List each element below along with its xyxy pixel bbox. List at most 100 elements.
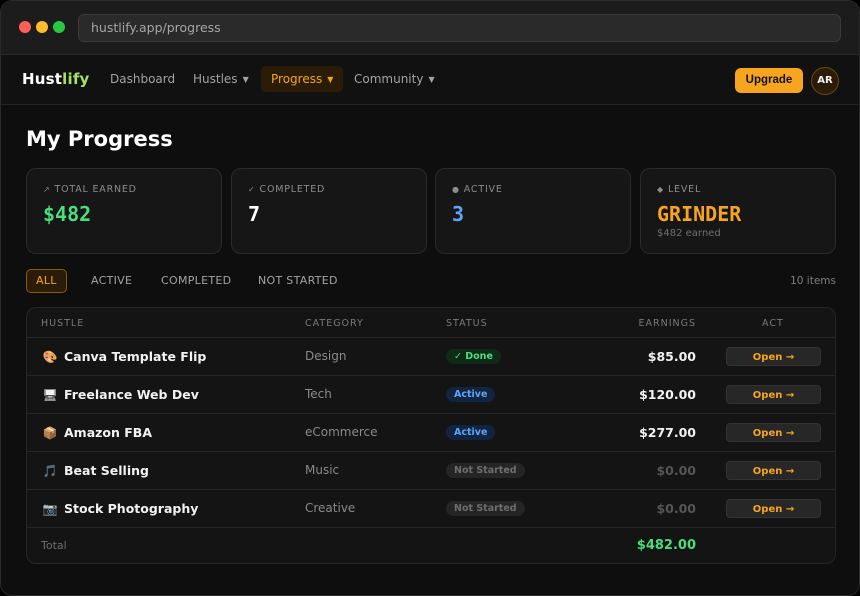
table-row[interactable]: 🎨 Canva Template Flip Design ✓ Done $85.00 Op… [27, 338, 835, 376]
browser-window: hustlify.app/progress Hustlify Dashboard… [0, 0, 860, 596]
chevron-down-icon: ▼ [327, 75, 334, 84]
diamond-icon: ◆ [657, 185, 664, 194]
hustle-name: 🎵 Beat Selling [41, 463, 149, 478]
filter-completed[interactable]: COMPLETED [151, 269, 241, 293]
total-label: Total [41, 539, 67, 552]
status-badge: ✓ Done [446, 349, 501, 364]
stat-value: 3 [452, 202, 465, 226]
hustles-table: HUSTLE CATEGORY STATUS EARNINGS ACT 🎨 Can… [26, 307, 836, 564]
logo-part-a: Hust [22, 70, 63, 88]
hustle-category: Creative [305, 501, 356, 515]
hustle-name: 🎨 Canva Template Flip [41, 349, 207, 364]
column-header-earnings[interactable]: EARNINGS [638, 318, 696, 329]
top-navigation: Hustlify Dashboard Hustles ▼ Progress ▼ Co… [1, 55, 859, 105]
hustle-category: Music [305, 463, 340, 477]
stat-card-total-earned: ↗ TOTAL EARNED $482 [26, 168, 222, 254]
hustle-earnings: $277.00 [639, 425, 696, 440]
column-header-category[interactable]: CATEGORY [305, 318, 364, 329]
table-row[interactable]: 🎵 Beat Selling Music Not Started $0.00 Open → [27, 452, 835, 490]
table-footer: Total $482.00 [27, 528, 835, 563]
page-title: My Progress [26, 127, 173, 151]
hustle-name-text: Amazon FBA [64, 425, 152, 440]
table-row[interactable]: 📦 Amazon FBA eCommerce Active $277.00 Open → [27, 414, 835, 452]
open-button[interactable]: Open → [726, 499, 821, 518]
status-badge: Not Started [446, 463, 525, 478]
trend-up-icon: ↗ [43, 185, 51, 194]
nav-community[interactable]: Community ▼ [344, 66, 445, 92]
stat-value: GRINDER [657, 202, 742, 226]
stat-label-text: LEVEL [667, 184, 702, 195]
chevron-down-icon: ▼ [428, 75, 435, 84]
hustle-name-text: Freelance Web Dev [64, 387, 199, 402]
column-header-action: ACT [762, 318, 784, 329]
hustle-category: Design [305, 349, 347, 363]
stat-label: ↗ TOTAL EARNED [43, 184, 137, 195]
camera-icon: 📷 [42, 502, 58, 516]
stat-label: ✓ COMPLETED [248, 184, 325, 195]
nav-dashboard[interactable]: Dashboard [100, 66, 185, 92]
column-header-status[interactable]: STATUS [446, 318, 488, 329]
music-icon: 🎵 [42, 464, 58, 478]
hustle-earnings: $85.00 [647, 349, 696, 364]
hustle-name: 📷 Stock Photography [41, 501, 199, 516]
stat-card-level: ◆ LEVEL GRINDER $482 earned [640, 168, 836, 254]
open-button[interactable]: Open → [726, 423, 821, 442]
address-bar[interactable]: hustlify.app/progress [78, 14, 841, 42]
nav-dashboard-label: Dashboard [110, 72, 176, 86]
upgrade-button[interactable]: Upgrade [735, 68, 803, 93]
stat-card-active: ● ACTIVE 3 [435, 168, 631, 254]
stat-label-text: COMPLETED [259, 184, 326, 195]
app-logo[interactable]: Hustlify [22, 70, 90, 88]
total-earnings: $482.00 [636, 538, 696, 553]
hustle-category: Tech [305, 387, 332, 401]
nav-hustles[interactable]: Hustles ▼ [183, 66, 259, 92]
check-icon: ✓ [248, 185, 256, 194]
hustle-name-text: Canva Template Flip [64, 349, 207, 364]
filter-all[interactable]: ALL [26, 269, 67, 293]
nav-progress[interactable]: Progress ▼ [261, 66, 344, 92]
logo-part-b: lify [62, 70, 90, 88]
filter-active[interactable]: ACTIVE [81, 269, 142, 293]
hustle-name-text: Stock Photography [64, 501, 199, 516]
nav-hustles-label: Hustles [193, 72, 238, 86]
stat-label-text: TOTAL EARNED [54, 184, 137, 195]
stat-label: ● ACTIVE [452, 184, 503, 195]
maximize-window-button[interactable] [53, 21, 65, 33]
package-icon: 📦 [42, 426, 58, 440]
browser-chrome: hustlify.app/progress [1, 1, 859, 55]
stat-label: ◆ LEVEL [657, 184, 701, 195]
open-button[interactable]: Open → [726, 385, 821, 404]
minimize-window-button[interactable] [36, 21, 48, 33]
column-header-hustle[interactable]: HUSTLE [41, 318, 84, 329]
table-row[interactable]: 🖥 Freelance Web Dev Tech Active $120.00 Open … [27, 376, 835, 414]
chevron-down-icon: ▼ [242, 75, 249, 84]
dot-icon: ● [452, 185, 460, 194]
status-badge: Not Started [446, 501, 525, 516]
stat-value: 7 [248, 202, 261, 226]
stat-card-completed: ✓ COMPLETED 7 [231, 168, 427, 254]
computer-icon: 🖥 [42, 388, 58, 402]
hustle-name: 📦 Amazon FBA [41, 425, 152, 440]
filter-not-started[interactable]: NOT STARTED [248, 269, 348, 293]
hustle-category: eCommerce [305, 425, 378, 439]
item-count: 10 items [790, 275, 836, 287]
stat-subtext: $482 earned [657, 228, 721, 239]
open-button[interactable]: Open → [726, 461, 821, 480]
status-badge: Active [446, 425, 496, 440]
open-button[interactable]: Open → [726, 347, 821, 366]
table-row[interactable]: 📷 Stock Photography Creative Not Started $0.… [27, 490, 835, 528]
stat-value: $482 [43, 202, 92, 226]
hustle-earnings: $0.00 [656, 501, 696, 516]
close-window-button[interactable] [19, 21, 31, 33]
hustle-earnings: $120.00 [639, 387, 696, 402]
hustle-earnings: $0.00 [656, 463, 696, 478]
hustle-name-text: Beat Selling [64, 463, 149, 478]
nav-progress-label: Progress [271, 72, 323, 86]
hustle-name: 🖥 Freelance Web Dev [41, 387, 199, 402]
avatar[interactable]: AR [811, 67, 839, 95]
stat-label-text: ACTIVE [463, 184, 503, 195]
nav-community-label: Community [354, 72, 424, 86]
table-header: HUSTLE CATEGORY STATUS EARNINGS ACT [27, 308, 835, 338]
palette-icon: 🎨 [42, 350, 58, 364]
status-badge: Active [446, 387, 496, 402]
